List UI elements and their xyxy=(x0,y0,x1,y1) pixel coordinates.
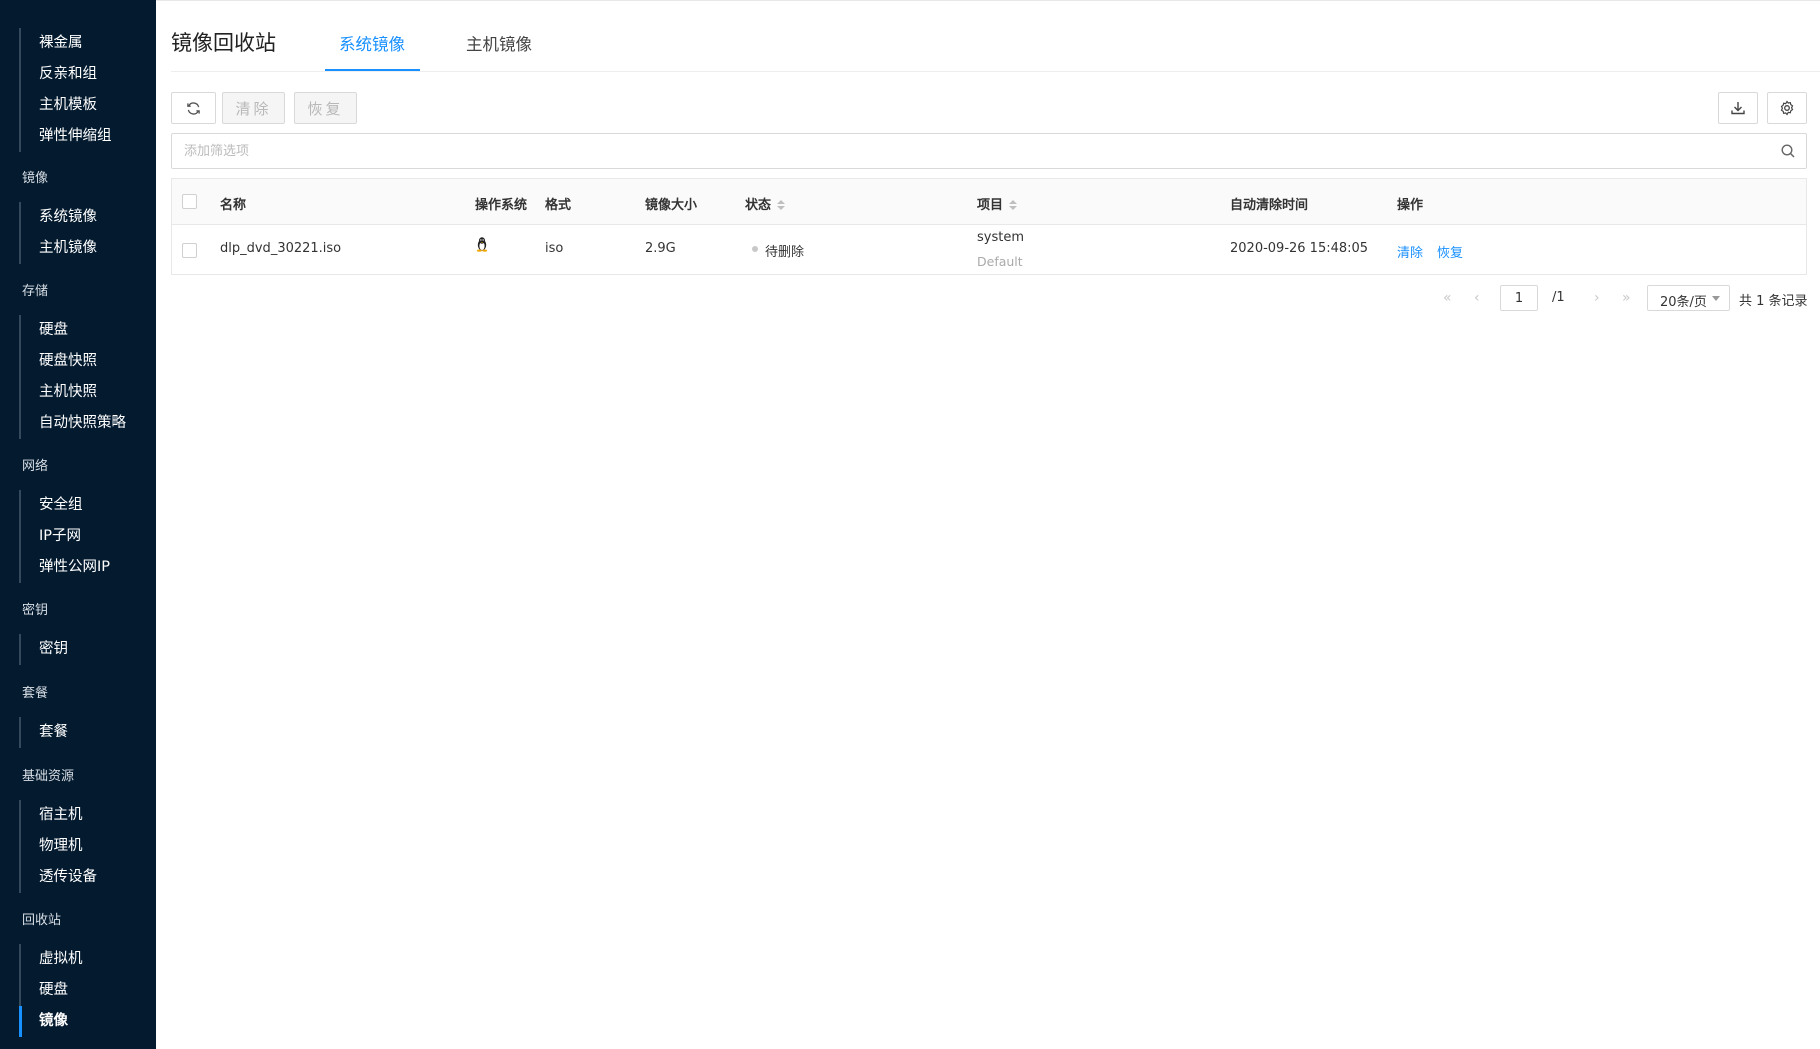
sidebar-item-host-image[interactable]: 主机镜像 xyxy=(21,233,97,264)
tab-host-image[interactable]: 主机镜像 xyxy=(466,31,532,55)
column-header-status[interactable]: 状态 xyxy=(745,194,786,213)
tab-divider xyxy=(171,71,1820,72)
sidebar: 裸金属 反亲和组 主机模板 弹性伸缩组 镜像 系统镜像 主机镜像 存储 硬盘 硬… xyxy=(0,0,156,1049)
sidebar-item-recycle-disk[interactable]: 硬盘 xyxy=(21,975,83,1006)
restore-button[interactable]: 恢复 xyxy=(294,92,357,124)
sidebar-item-disk[interactable]: 硬盘 xyxy=(21,315,126,346)
page-number-input[interactable] xyxy=(1500,285,1538,311)
table-header: 名称 操作系统 格式 镜像大小 状态 项目 自动清除时间 操作 xyxy=(172,179,1806,225)
sidebar-group-network: 安全组 IP子网 弹性公网IP xyxy=(19,490,110,583)
download-icon xyxy=(1731,102,1745,115)
image-status: 待删除 xyxy=(765,245,805,260)
row-restore-link[interactable]: 恢复 xyxy=(1437,242,1463,261)
next-page-icon[interactable]: › xyxy=(1594,290,1600,306)
sidebar-item-elastic-ip[interactable]: 弹性公网IP xyxy=(21,552,110,583)
table-row: dlp_dvd_30221.iso iso 2.9G 待删除 system De… xyxy=(172,225,1806,274)
sidebar-group-title-image: 镜像 xyxy=(22,171,49,186)
linux-penguin-icon xyxy=(476,237,488,252)
sidebar-item-passthrough-device[interactable]: 透传设备 xyxy=(21,862,97,893)
sort-icon[interactable] xyxy=(1009,200,1018,211)
prev-page-icon[interactable]: ‹ xyxy=(1474,290,1480,306)
sidebar-item-auto-snapshot-policy[interactable]: 自动快照策略 xyxy=(21,408,126,439)
image-format: iso xyxy=(545,241,564,256)
sidebar-group-sku: 套餐 xyxy=(19,717,68,748)
page-title: 镜像回收站 xyxy=(171,31,276,55)
last-page-icon[interactable]: » xyxy=(1622,290,1631,306)
chevron-down-icon xyxy=(1712,296,1720,301)
sidebar-item-sku[interactable]: 套餐 xyxy=(21,717,68,748)
tab-system-image[interactable]: 系统镜像 xyxy=(339,31,405,55)
top-border xyxy=(156,0,1820,1)
total-records: 共 1 条记录 xyxy=(1739,294,1808,309)
sidebar-group-title-recycle-bin: 回收站 xyxy=(22,913,62,928)
image-name: dlp_dvd_30221.iso xyxy=(220,241,342,256)
sidebar-item-anti-affinity-group[interactable]: 反亲和组 xyxy=(21,59,112,90)
sidebar-group-storage: 硬盘 硬盘快照 主机快照 自动快照策略 xyxy=(19,315,126,439)
row-clear-link[interactable]: 清除 xyxy=(1397,242,1423,261)
sidebar-group-infrastructure: 宿主机 物理机 透传设备 xyxy=(19,800,97,893)
column-header-project-label: 项目 xyxy=(977,198,1004,213)
image-table: 名称 操作系统 格式 镜像大小 状态 项目 自动清除时间 操作 dlp_dvd_… xyxy=(171,178,1807,275)
sidebar-item-host-snapshot[interactable]: 主机快照 xyxy=(21,377,126,408)
clear-button[interactable]: 清除 xyxy=(222,92,285,124)
select-all-checkbox[interactable] xyxy=(182,194,197,209)
sidebar-group-title-keypair: 密钥 xyxy=(22,603,49,618)
column-header-auto-clean-time: 自动清除时间 xyxy=(1230,198,1309,213)
sidebar-item-keypair[interactable]: 密钥 xyxy=(21,634,68,665)
sidebar-item-bare-metal[interactable]: 裸金属 xyxy=(21,28,112,59)
sidebar-group-keypair: 密钥 xyxy=(19,634,68,665)
sidebar-item-physical-machine[interactable]: 物理机 xyxy=(21,831,97,862)
main-content: 镜像回收站 系统镜像 主机镜像 清除 恢复 添加筛选项 名称 操作系统 格式 镜… xyxy=(156,0,1820,1049)
first-page-icon[interactable]: « xyxy=(1443,290,1452,306)
page-size-value: 20条/页 xyxy=(1660,295,1707,310)
page-size-select[interactable]: 20条/页 xyxy=(1647,285,1730,311)
sidebar-item-disk-snapshot[interactable]: 硬盘快照 xyxy=(21,346,126,377)
sidebar-group-title-sku: 套餐 xyxy=(22,686,49,701)
sidebar-group-recycle-bin: 虚拟机 硬盘 镜像 xyxy=(19,944,83,1037)
sidebar-active-indicator xyxy=(19,1006,22,1037)
filter-search-input[interactable] xyxy=(172,134,1762,168)
project-domain: Default xyxy=(977,254,1023,269)
total-pages: /1 xyxy=(1552,290,1565,305)
column-header-size: 镜像大小 xyxy=(645,198,698,213)
sidebar-item-security-group[interactable]: 安全组 xyxy=(21,490,110,521)
status-dot xyxy=(752,246,758,252)
filter-search-box xyxy=(171,133,1807,169)
column-header-format: 格式 xyxy=(545,198,572,213)
sidebar-item-auto-scaling-group[interactable]: 弹性伸缩组 xyxy=(21,121,112,152)
sidebar-item-ip-subnet[interactable]: IP子网 xyxy=(21,521,110,552)
column-header-status-label: 状态 xyxy=(745,198,772,213)
sidebar-group-title-network: 网络 xyxy=(22,459,49,474)
sidebar-item-recycle-vm[interactable]: 虚拟机 xyxy=(21,944,83,975)
column-header-project[interactable]: 项目 xyxy=(977,194,1018,213)
column-header-name: 名称 xyxy=(220,198,247,213)
row-checkbox[interactable] xyxy=(182,243,197,258)
sidebar-item-recycle-image[interactable]: 镜像 xyxy=(21,1006,83,1037)
refresh-button[interactable] xyxy=(171,92,216,124)
search-icon[interactable] xyxy=(1780,143,1796,159)
column-header-os: 操作系统 xyxy=(475,198,528,213)
sidebar-group-image: 系统镜像 主机镜像 xyxy=(19,202,97,264)
export-button[interactable] xyxy=(1718,92,1758,124)
sort-icon[interactable] xyxy=(777,200,786,211)
refresh-icon xyxy=(187,101,200,115)
gear-icon xyxy=(1780,100,1794,116)
sidebar-item-host[interactable]: 宿主机 xyxy=(21,800,97,831)
sidebar-group-title-storage: 存储 xyxy=(22,284,49,299)
sidebar-group-compute: 裸金属 反亲和组 主机模板 弹性伸缩组 xyxy=(19,28,112,152)
column-header-actions: 操作 xyxy=(1397,198,1424,213)
sidebar-group-title-infrastructure: 基础资源 xyxy=(22,769,75,784)
sidebar-item-system-image[interactable]: 系统镜像 xyxy=(21,202,97,233)
project-name: system xyxy=(977,230,1024,245)
settings-button[interactable] xyxy=(1767,92,1807,124)
image-size: 2.9G xyxy=(645,241,676,256)
auto-clean-time: 2020-09-26 15:48:05 xyxy=(1230,241,1369,256)
sidebar-item-host-template[interactable]: 主机模板 xyxy=(21,90,112,121)
